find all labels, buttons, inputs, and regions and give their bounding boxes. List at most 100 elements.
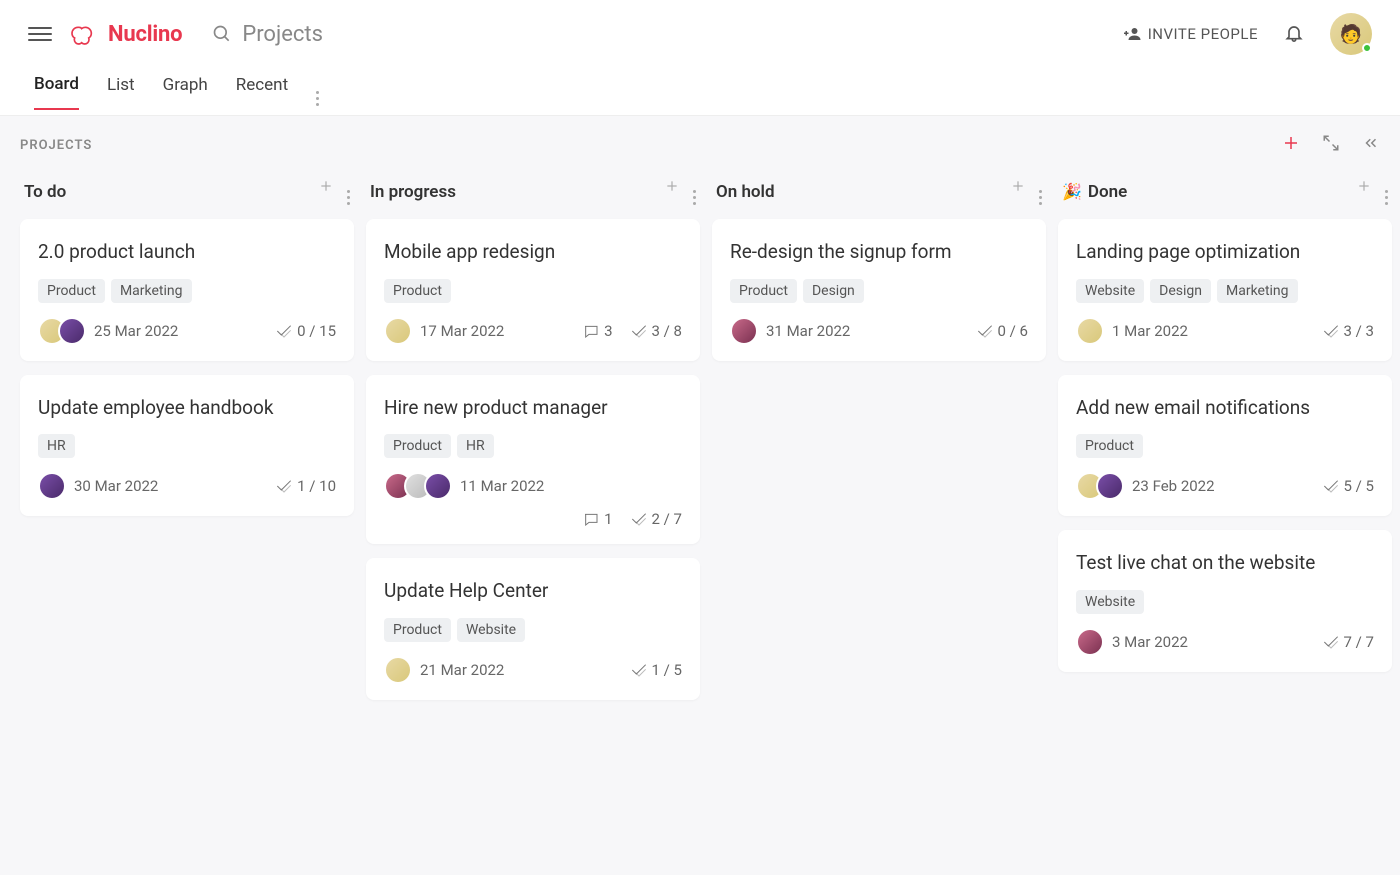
card-tag: Marketing (1217, 279, 1298, 303)
hide-panel-button[interactable] (1362, 134, 1380, 156)
tab-list[interactable]: List (107, 75, 135, 109)
board-columns: To do 2.0 product launch ProductMarketin… (20, 172, 1380, 714)
board-card[interactable]: Landing page optimization WebsiteDesignM… (1058, 219, 1392, 361)
column-header: On hold (712, 172, 1046, 219)
column-menu-button[interactable] (693, 178, 696, 205)
card-tags: HR (38, 434, 336, 458)
add-card-button[interactable] (665, 178, 679, 205)
card-title: Update Help Center (384, 578, 682, 604)
checklist-count: 0 / 6 (977, 322, 1029, 340)
collapse-button[interactable] (1322, 134, 1340, 156)
column-menu-button[interactable] (1039, 178, 1042, 205)
board-card[interactable]: Update Help Center ProductWebsite 21 Mar… (366, 558, 700, 700)
card-tag: Product (384, 279, 451, 303)
add-card-button[interactable] (1357, 178, 1371, 205)
card-title: Hire new product manager (384, 395, 682, 421)
card-date: 11 Mar 2022 (460, 477, 544, 495)
search-placeholder: Projects (242, 22, 323, 47)
column-menu-button[interactable] (347, 178, 350, 205)
card-avatars (384, 656, 420, 684)
tabs-more-button[interactable] (316, 78, 319, 106)
board-card[interactable]: Test live chat on the website Website 3 … (1058, 530, 1392, 672)
card-title: 2.0 product launch (38, 239, 336, 265)
checklist-count: 1 / 5 (631, 661, 683, 679)
column-title: Done (1088, 182, 1127, 202)
add-card-button[interactable] (319, 178, 333, 205)
logo-text: Nuclino (108, 22, 182, 47)
card-title: Update employee handbook (38, 395, 336, 421)
card-tag: Product (384, 618, 451, 642)
card-tags: Product (1076, 434, 1374, 458)
card-tag: Product (730, 279, 797, 303)
comments-count: 1 (583, 510, 612, 528)
card-tags: ProductDesign (730, 279, 1028, 303)
column-title: In progress (370, 182, 456, 202)
checklist-count: 2 / 7 (631, 510, 683, 528)
view-tabs: Board List Graph Recent (0, 68, 1400, 116)
card-tags: ProductWebsite (384, 618, 682, 642)
card-tags: ProductMarketing (38, 279, 336, 303)
collapse-icon (1322, 134, 1340, 152)
avatar (424, 472, 452, 500)
card-tags: WebsiteDesignMarketing (1076, 279, 1374, 303)
card-tags: Product (384, 279, 682, 303)
bell-icon (1284, 21, 1304, 43)
column-title: On hold (716, 182, 775, 202)
card-avatars (384, 472, 460, 500)
plus-icon (1282, 134, 1300, 152)
tab-board[interactable]: Board (34, 74, 79, 110)
board-card[interactable]: Hire new product manager ProductHR 11 Ma… (366, 375, 700, 545)
card-tag: Website (1076, 279, 1144, 303)
tab-graph[interactable]: Graph (163, 75, 208, 109)
card-date: 21 Mar 2022 (420, 661, 504, 679)
card-avatars (38, 317, 94, 345)
user-menu[interactable]: 🧑 (1330, 13, 1372, 55)
menu-icon[interactable] (28, 22, 52, 46)
card-tag: Marketing (111, 279, 192, 303)
checklist-count: 7 / 7 (1323, 633, 1375, 651)
add-user-icon (1124, 25, 1142, 43)
search-input[interactable]: Projects (212, 22, 323, 47)
avatar (1096, 472, 1124, 500)
board-card[interactable]: 2.0 product launch ProductMarketing 25 M… (20, 219, 354, 361)
board-area: PROJECTS To do 2.0 product launch Produc… (0, 116, 1400, 875)
comments-count: 3 (583, 322, 612, 340)
tab-recent[interactable]: Recent (236, 75, 288, 109)
card-date: 17 Mar 2022 (420, 322, 504, 340)
avatar (384, 656, 412, 684)
avatar (1076, 628, 1104, 656)
board-card[interactable]: Mobile app redesign Product 17 Mar 2022 … (366, 219, 700, 361)
checklist-count: 5 / 5 (1323, 477, 1375, 495)
column-menu-button[interactable] (1385, 178, 1388, 205)
card-avatars (1076, 472, 1132, 500)
card-date: 30 Mar 2022 (74, 477, 158, 495)
card-avatars (1076, 317, 1112, 345)
card-date: 3 Mar 2022 (1112, 633, 1188, 651)
card-tag: Website (1076, 590, 1144, 614)
card-avatars (730, 317, 766, 345)
board-card[interactable]: Update employee handbook HR 30 Mar 2022 … (20, 375, 354, 517)
card-title: Re-design the signup form (730, 239, 1028, 265)
notifications-button[interactable] (1284, 21, 1304, 47)
board-card[interactable]: Add new email notifications Product 23 F… (1058, 375, 1392, 517)
board-column: On hold Re-design the signup form Produc… (712, 172, 1046, 714)
checklist-count: 1 / 10 (276, 477, 336, 495)
column-header: In progress (366, 172, 700, 219)
board-title: PROJECTS (20, 138, 92, 153)
nuclino-logo[interactable]: Nuclino (70, 22, 182, 47)
card-avatars (1076, 628, 1112, 656)
card-tag: Design (803, 279, 864, 303)
add-button[interactable] (1282, 134, 1300, 156)
checklist-count: 0 / 15 (276, 322, 336, 340)
card-tag: HR (457, 434, 494, 458)
add-card-button[interactable] (1011, 178, 1025, 205)
card-tags: ProductHR (384, 434, 682, 458)
avatar (384, 317, 412, 345)
checklist-count: 3 / 3 (1323, 322, 1375, 340)
search-icon (212, 24, 232, 44)
invite-people-button[interactable]: INVITE PEOPLE (1124, 25, 1258, 43)
board-card[interactable]: Re-design the signup form ProductDesign … (712, 219, 1046, 361)
card-tag: Product (384, 434, 451, 458)
column-emoji: 🎉 (1062, 182, 1082, 201)
card-tag: HR (38, 434, 75, 458)
